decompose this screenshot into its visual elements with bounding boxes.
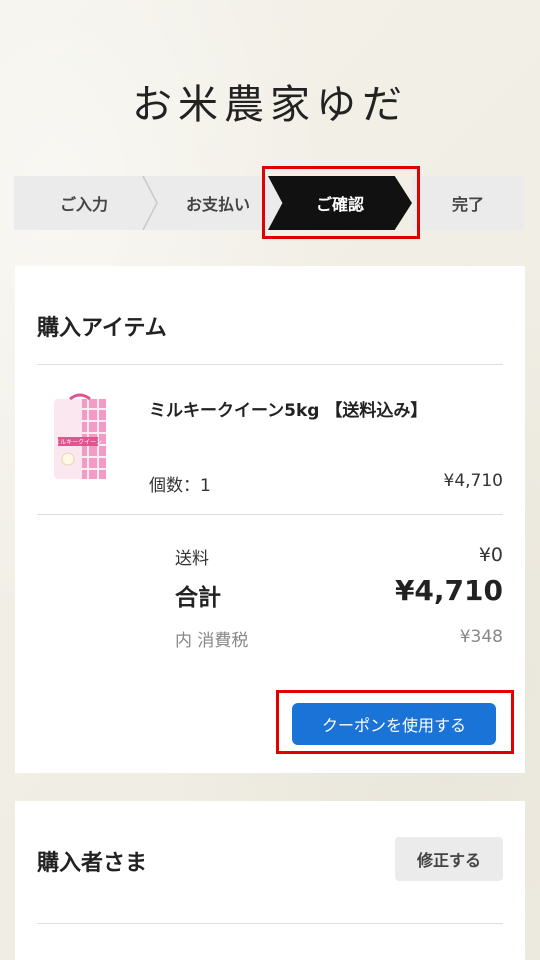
section-title: 購入者さま (37, 851, 148, 876)
step-label: お支払い (185, 195, 250, 214)
use-coupon-button[interactable]: クーポンを使用する (292, 703, 496, 745)
shipping-label: 送料 (175, 549, 209, 569)
total-label: 合計 (175, 585, 221, 611)
step-complete: 完了 (412, 176, 524, 230)
product-quantity: 個数：1 (149, 476, 211, 496)
product-price: ¥4,710 (443, 471, 503, 491)
divider (37, 514, 503, 515)
shipping-value: ¥0 (478, 544, 503, 566)
buyer-card: 購入者さま 修正する (15, 801, 525, 960)
step-input: ご入力 (14, 176, 154, 230)
step-highlight-box (262, 166, 420, 239)
product-name: ミルキークイーン5kg 【送料込み】 (149, 401, 428, 421)
edit-button[interactable]: 修正する (395, 837, 503, 881)
chevron-right-icon (142, 176, 158, 230)
section-title: 購入アイテム (37, 316, 167, 341)
package-label: ミルキークイーン (54, 439, 102, 446)
step-label: 完了 (451, 195, 484, 214)
divider (37, 364, 503, 365)
tax-value: ¥348 (459, 627, 503, 647)
tax-label: 内 消費税 (175, 631, 249, 651)
product-image: ミルキークイーン (54, 393, 106, 479)
total-value: ¥4,710 (394, 574, 503, 607)
divider (37, 923, 503, 924)
step-label: ご入力 (59, 195, 108, 214)
brand-logo: お米農家ゆだ (132, 82, 408, 128)
